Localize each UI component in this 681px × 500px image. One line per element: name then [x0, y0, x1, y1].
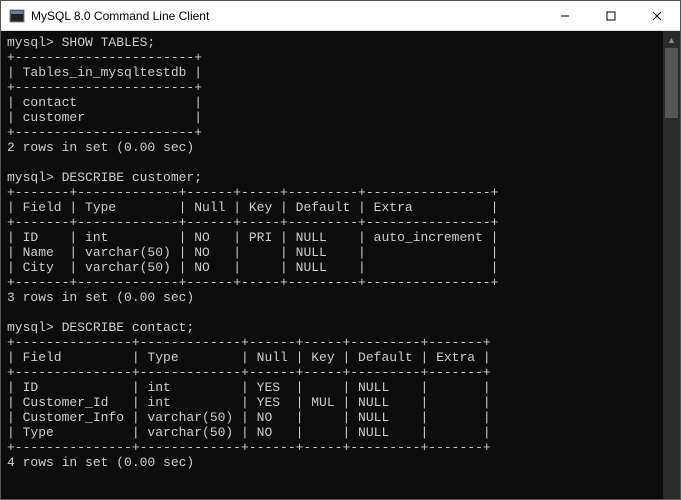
app-icon	[9, 8, 25, 24]
terminal-container: mysql> SHOW TABLES; +-------------------…	[1, 31, 680, 499]
window-title: MySQL 8.0 Command Line Client	[31, 9, 542, 23]
scroll-thumb[interactable]	[665, 48, 678, 118]
titlebar: MySQL 8.0 Command Line Client	[1, 1, 680, 31]
scroll-up-arrow[interactable]: ▲	[663, 31, 680, 48]
terminal-output[interactable]: mysql> SHOW TABLES; +-------------------…	[1, 31, 663, 499]
maximize-button[interactable]	[588, 1, 634, 30]
window-controls	[542, 1, 680, 30]
app-window: MySQL 8.0 Command Line Client mysql> SHO…	[0, 0, 681, 500]
close-button[interactable]	[634, 1, 680, 30]
minimize-button[interactable]	[542, 1, 588, 30]
vertical-scrollbar[interactable]: ▲	[663, 31, 680, 499]
